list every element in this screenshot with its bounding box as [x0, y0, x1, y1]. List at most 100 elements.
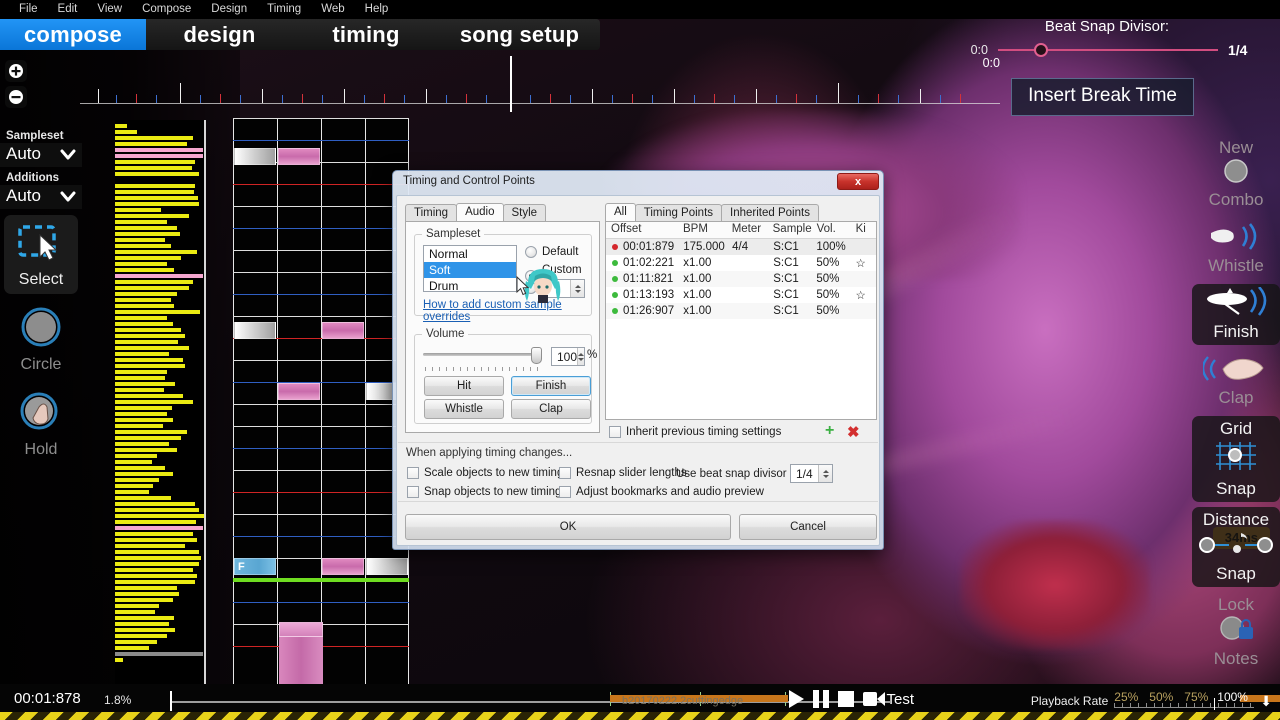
- volume-slider-knob[interactable]: [531, 347, 542, 364]
- pause-icon[interactable]: [813, 690, 830, 708]
- tool-hold[interactable]: Hold: [4, 385, 78, 464]
- playfield-note[interactable]: [322, 558, 364, 575]
- menu-item-help[interactable]: Help: [355, 0, 399, 19]
- cancel-button[interactable]: Cancel: [739, 514, 877, 540]
- radio-default[interactable]: Default: [525, 246, 578, 258]
- toggle-clap[interactable]: Clap: [1192, 350, 1280, 411]
- song-progress-playhead[interactable]: [170, 691, 172, 711]
- adjust-bookmarks-checkbox-box[interactable]: [559, 486, 571, 498]
- playfield-note-selected[interactable]: F: [234, 558, 276, 575]
- close-icon[interactable]: x: [837, 173, 879, 190]
- menu-item-design[interactable]: Design: [201, 0, 257, 19]
- tab-design[interactable]: design: [146, 19, 293, 50]
- playfield-hold-body[interactable]: [279, 628, 323, 690]
- column-header-bpm[interactable]: BPM: [678, 222, 727, 238]
- toggle-distance-snap[interactable]: Distance Snap: [1192, 507, 1280, 587]
- additions-dropdown[interactable]: Auto: [0, 185, 82, 209]
- audio-waveform-strip[interactable]: [115, 120, 205, 690]
- column-header-offset[interactable]: Offset: [606, 222, 678, 238]
- tool-select[interactable]: Select: [4, 215, 78, 294]
- tool-circle[interactable]: Circle: [4, 300, 78, 379]
- snap-objects-checkbox[interactable]: Snap objects to new timing: [407, 486, 561, 498]
- toggle-finish[interactable]: Finish: [1192, 284, 1280, 345]
- column-header-kiai[interactable]: Ki: [851, 222, 876, 238]
- playfield-note[interactable]: [278, 383, 320, 400]
- points-tab-all[interactable]: All: [605, 203, 636, 221]
- sampleset-item-soft[interactable]: Soft: [424, 262, 516, 278]
- column-header-sample[interactable]: Sample: [768, 222, 812, 238]
- timing-points-table[interactable]: Offset BPM Meter Sample Vol. Ki 00:01:87…: [605, 221, 877, 420]
- resnap-sliders-checkbox-box[interactable]: [559, 467, 571, 479]
- playfield-note[interactable]: [322, 322, 364, 339]
- column-header-volume[interactable]: Vol.: [812, 222, 851, 238]
- playback-rate-50[interactable]: 50%: [1149, 690, 1173, 704]
- volume-spinner[interactable]: [577, 348, 585, 365]
- table-row[interactable]: 01:11:821 x1.00 S:C1 50%: [606, 271, 876, 287]
- toggle-lock-notes[interactable]: Lock Notes: [1192, 592, 1280, 672]
- playfield-note[interactable]: [366, 558, 408, 575]
- playback-rate-arrow-icon[interactable]: ⬇: [1260, 693, 1272, 710]
- table-row[interactable]: 01:02:221 x1.00 S:C1 50% ☆: [606, 255, 876, 271]
- beat-snap-slider[interactable]: [998, 43, 1218, 57]
- add-timing-point-icon[interactable]: +: [825, 422, 834, 440]
- playfield-hold-head[interactable]: [279, 622, 323, 637]
- mania-playfield[interactable]: F: [233, 118, 409, 690]
- delete-timing-point-icon[interactable]: ✖: [847, 423, 860, 441]
- playfield-note[interactable]: [278, 148, 320, 165]
- inherit-previous-timing-checkbox[interactable]: Inherit previous timing settings: [609, 426, 781, 438]
- inherit-checkbox-box[interactable]: [609, 426, 621, 438]
- menu-item-compose[interactable]: Compose: [132, 0, 201, 19]
- sampleset-dropdown[interactable]: Auto: [0, 143, 82, 167]
- playback-rate-75[interactable]: 75%: [1184, 690, 1208, 704]
- playback-rate-100[interactable]: 100%: [1217, 690, 1248, 704]
- scale-objects-checkbox[interactable]: Scale objects to new timing: [407, 467, 563, 479]
- zoom-out-icon[interactable]: [5, 86, 27, 108]
- ok-button[interactable]: OK: [405, 514, 731, 540]
- toggle-grid-snap[interactable]: Grid Snap: [1192, 416, 1280, 502]
- playfield-note[interactable]: [234, 148, 276, 165]
- sampleset-listbox[interactable]: Normal Soft Drum: [423, 245, 517, 294]
- menu-item-web[interactable]: Web: [311, 0, 354, 19]
- play-icon[interactable]: [789, 690, 805, 708]
- clap-sound-button[interactable]: Clap: [511, 399, 591, 419]
- test-button[interactable]: Test: [863, 691, 914, 708]
- resnap-sliders-checkbox[interactable]: Resnap slider lengths: [559, 467, 687, 479]
- tab-compose[interactable]: compose: [0, 19, 146, 50]
- menu-item-timing[interactable]: Timing: [257, 0, 311, 19]
- custom-sample-index-spinner[interactable]: [570, 280, 584, 297]
- playback-rate-options[interactable]: 25% 50% 75% 100%: [1114, 690, 1255, 712]
- beat-snap-divisor-stepper[interactable]: 1/4: [790, 464, 833, 483]
- snap-objects-checkbox-box[interactable]: [407, 486, 419, 498]
- playback-rate-25[interactable]: 25%: [1114, 690, 1138, 704]
- insert-break-time-button[interactable]: Insert Break Time: [1011, 78, 1194, 116]
- volume-value-stepper[interactable]: 100: [551, 347, 585, 366]
- column-header-meter[interactable]: Meter: [727, 222, 768, 238]
- sampleset-item-normal[interactable]: Normal: [424, 246, 516, 262]
- timeline-playhead[interactable]: [510, 56, 512, 112]
- scale-objects-checkbox-box[interactable]: [407, 467, 419, 479]
- beat-snap-slider-knob[interactable]: [1034, 43, 1048, 57]
- sampleset-item-drum[interactable]: Drum: [424, 278, 516, 294]
- points-tab-inherited[interactable]: Inherited Points: [721, 204, 819, 221]
- hit-sound-button[interactable]: Hit: [424, 376, 504, 396]
- volume-slider[interactable]: [423, 347, 547, 373]
- menu-item-edit[interactable]: Edit: [48, 0, 88, 19]
- dialog-tab-timing[interactable]: Timing: [405, 204, 458, 221]
- tab-timing[interactable]: timing: [293, 19, 439, 50]
- dialog-tab-audio[interactable]: Audio: [456, 203, 504, 221]
- menu-item-view[interactable]: View: [87, 0, 132, 19]
- beat-timeline[interactable]: 0:0: [80, 56, 1000, 112]
- beat-snap-divisor-spinner[interactable]: [818, 465, 832, 482]
- toggle-new-combo[interactable]: New Combo: [1192, 135, 1280, 213]
- menu-item-file[interactable]: File: [9, 0, 48, 19]
- tab-song-setup[interactable]: song setup: [439, 19, 600, 50]
- dialog-tab-style[interactable]: Style: [502, 204, 547, 221]
- toggle-whistle[interactable]: Whistle: [1192, 218, 1280, 279]
- table-row[interactable]: 01:26:907 x1.00 S:C1 50%: [606, 303, 876, 319]
- zoom-in-icon[interactable]: [5, 60, 27, 82]
- dialog-title-bar[interactable]: Timing and Control Points x: [393, 171, 883, 193]
- stop-icon[interactable]: [838, 691, 855, 707]
- adjust-bookmarks-checkbox[interactable]: Adjust bookmarks and audio preview: [559, 486, 764, 498]
- table-row[interactable]: 00:01:879 175.000 4/4 S:C1 100%: [606, 239, 876, 255]
- playfield-note[interactable]: [234, 322, 276, 339]
